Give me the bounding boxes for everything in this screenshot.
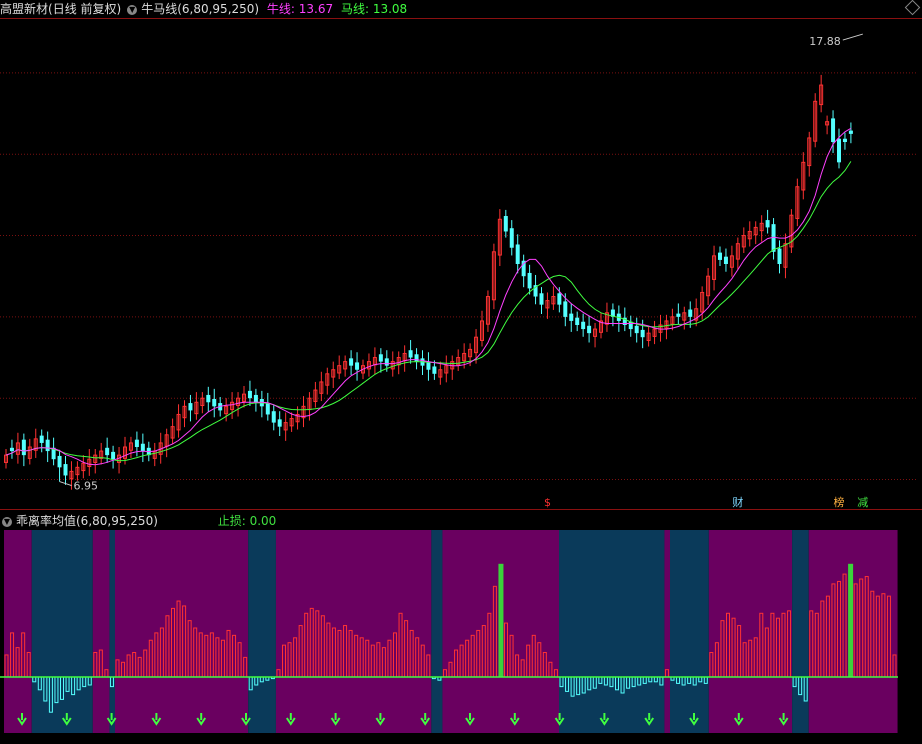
candle-body [265, 403, 270, 415]
regime-band [109, 530, 115, 733]
regime-band [664, 530, 670, 733]
candle-body [105, 447, 110, 456]
regime-band [115, 530, 249, 733]
regime-band [92, 530, 110, 733]
chart-stage: 17.88 6.95 $ 财榜减 高盟新材(日线 前复权) ▼ 牛马线(6,80,95,2… [0, 0, 922, 741]
candle-body [426, 362, 431, 370]
candle-body [509, 228, 514, 248]
high-label: 17.88 [809, 35, 841, 48]
candle-body [111, 451, 116, 460]
candle-body [777, 248, 782, 264]
candle-body [432, 366, 437, 374]
regime-band [431, 530, 443, 733]
candle-body [527, 272, 532, 289]
candle-body [21, 439, 26, 456]
period-label[interactable]: (日线 前复权) [48, 2, 121, 16]
candle-body [718, 252, 722, 260]
candle-body [723, 256, 728, 264]
candle-body [57, 455, 62, 468]
candle-body [539, 293, 544, 305]
regime-band [559, 530, 665, 733]
low-label: 6.95 [74, 480, 99, 493]
candle-body [277, 419, 282, 427]
bias-bar [498, 563, 504, 678]
indicator-name[interactable]: 牛马线(6,80,95,250) [141, 2, 259, 16]
candle-body [634, 325, 639, 334]
candle-body [414, 354, 419, 362]
event-marker: 榜 [834, 495, 845, 509]
regime-band [808, 530, 898, 733]
event-marker: 减 [857, 496, 868, 509]
candle-body [349, 358, 354, 366]
candle-body [515, 244, 520, 264]
candle-body [837, 138, 841, 163]
candle-body [848, 130, 853, 134]
main-header: 高盟新材(日线 前复权) ▼ 牛马线(6,80,95,250) 牛线: 13.67 … [0, 0, 411, 18]
candle-body [355, 362, 360, 370]
candle-body [212, 399, 217, 407]
candle-body [271, 411, 276, 423]
candle-body [253, 394, 258, 403]
stock-name[interactable]: 高盟新材 [0, 2, 48, 16]
candle-body [688, 309, 693, 317]
bias-bar [848, 563, 854, 678]
candle-body [765, 220, 770, 228]
candle-body [188, 403, 193, 411]
candle-body [45, 439, 50, 452]
event-marker: 财 [732, 495, 743, 509]
candle-body [640, 329, 645, 338]
sub-indicator-name[interactable]: 乖离率均值(6,80,95,250) [16, 514, 158, 528]
candle-body [503, 216, 508, 232]
regime-band [670, 530, 709, 733]
candle-body [134, 439, 139, 447]
sub-header: ▼ 乖离率均值(6,80,95,250) 止损: 0.00 [0, 512, 280, 530]
regime-band [248, 530, 276, 733]
candle-body [575, 317, 580, 325]
candle-body [384, 358, 389, 366]
ma-line [5, 161, 852, 462]
candle-body [247, 390, 252, 399]
regime-band [792, 530, 809, 733]
candle-body [587, 325, 592, 334]
high-pointer [842, 33, 863, 41]
candle-body [569, 313, 574, 321]
regime-band [4, 530, 32, 733]
regime-band [31, 530, 93, 733]
candle-body [206, 394, 211, 403]
candle-body [563, 301, 568, 317]
chart-svg: 17.88 6.95 $ 财 榜减 [0, 18, 922, 733]
ma-value: 马线: 13.08 [340, 2, 408, 16]
candle-body [581, 321, 586, 330]
stop-loss: 止损: 0.00 [217, 514, 277, 528]
candle-body [831, 118, 836, 142]
candle-body [408, 350, 413, 358]
niu-value: 牛线: 13.67 [266, 2, 334, 16]
chevron-down-icon[interactable]: ▼ [2, 516, 12, 527]
candle-body [39, 435, 44, 443]
chevron-down-icon[interactable]: ▼ [127, 4, 138, 15]
candle-body [9, 447, 14, 452]
candle-body [378, 354, 383, 362]
candle-body [63, 464, 68, 476]
candle-body [557, 293, 562, 305]
candle-body [842, 138, 847, 142]
candle-body [676, 313, 681, 317]
candle-body [140, 443, 145, 452]
niu-line [5, 127, 852, 466]
event-marker: $ [544, 496, 551, 509]
